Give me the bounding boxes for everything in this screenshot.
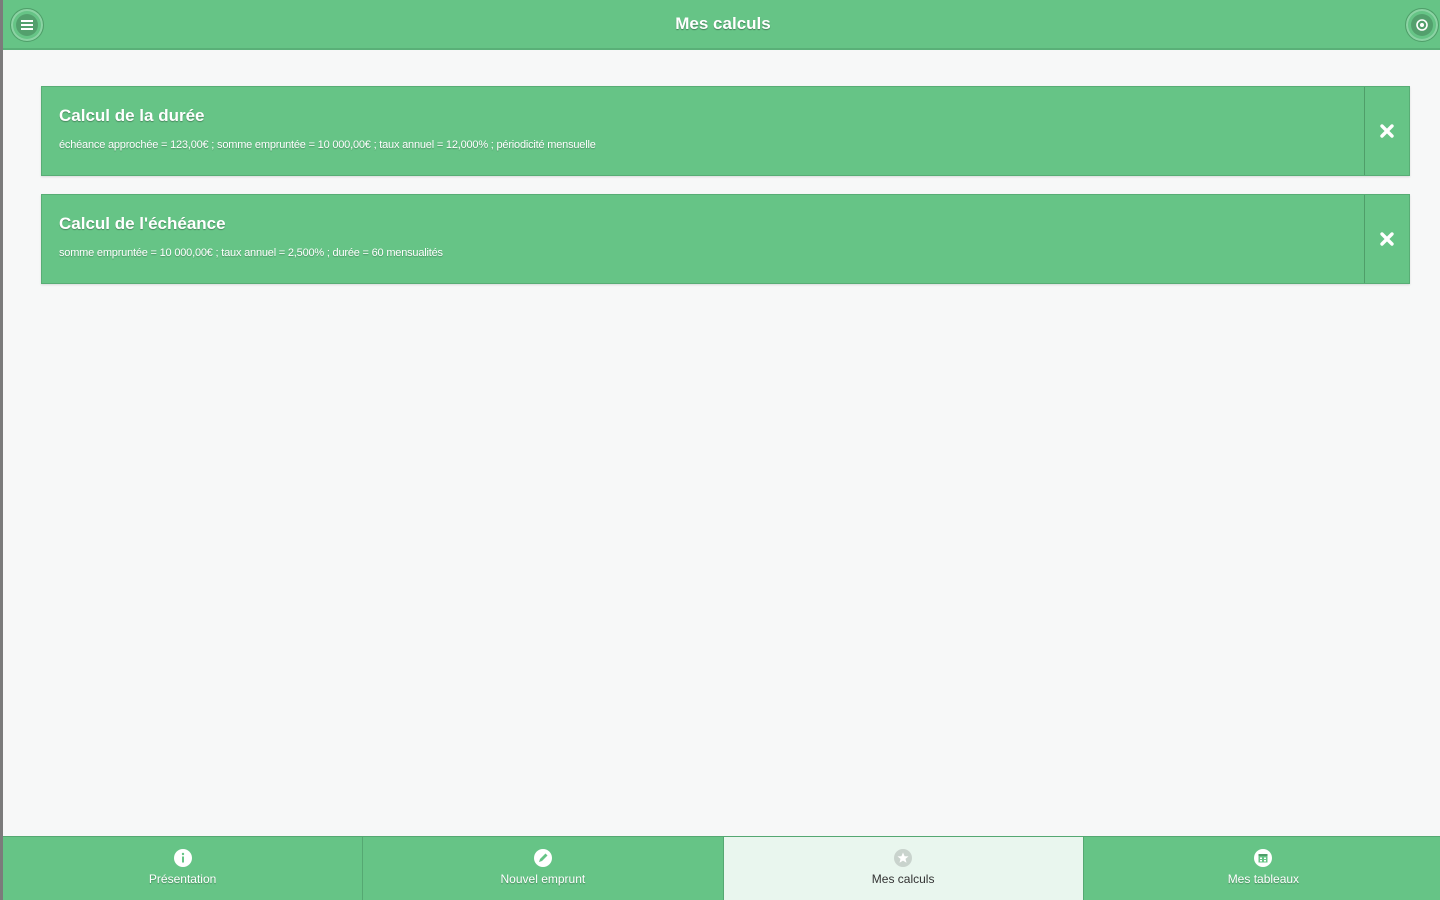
tab-label: Nouvel emprunt <box>500 872 586 886</box>
tab-label: Mes calculs <box>871 872 935 886</box>
bottom-tab-bar: Présentation Nouvel emprunt Mes calculs <box>3 836 1440 900</box>
delete-icon <box>1380 124 1394 138</box>
star-icon <box>892 847 914 869</box>
tab-mes-calculs[interactable]: Mes calculs <box>722 837 1083 900</box>
tab-mes-tableaux[interactable]: Mes tableaux <box>1082 837 1440 900</box>
menu-button[interactable] <box>10 8 44 42</box>
tab-presentation[interactable]: Présentation <box>3 837 362 900</box>
calculs-list: Calcul de la durée échéance approchée = … <box>41 86 1410 302</box>
delete-calcul-button[interactable] <box>1364 87 1409 175</box>
calcul-title: Calcul de l'échéance <box>59 214 226 233</box>
calcul-description: somme empruntée = 10 000,00€ ; taux annu… <box>59 247 443 259</box>
tab-label: Mes tableaux <box>1227 872 1300 886</box>
delete-icon <box>1380 232 1394 246</box>
tab-nouvel-emprunt[interactable]: Nouvel emprunt <box>362 837 722 900</box>
calendar-icon <box>1252 847 1274 869</box>
tab-label: Présentation <box>148 872 217 886</box>
page-title: Mes calculs <box>675 14 771 33</box>
menu-icon <box>16 14 38 36</box>
calcul-item-body[interactable]: Calcul de l'échéance somme empruntée = 1… <box>42 195 1364 283</box>
calcul-item-body[interactable]: Calcul de la durée échéance approchée = … <box>42 87 1364 175</box>
app-frame: Mes calculs Calcul de la durée échéance … <box>0 0 1440 900</box>
header-right-button[interactable] <box>1405 8 1439 42</box>
delete-calcul-button[interactable] <box>1364 195 1409 283</box>
calcul-item: Calcul de la durée échéance approchée = … <box>41 86 1410 176</box>
calcul-title: Calcul de la durée <box>59 106 205 125</box>
info-icon <box>172 847 194 869</box>
calcul-description: échéance approchée = 123,00€ ; somme emp… <box>59 139 596 151</box>
calcul-item: Calcul de l'échéance somme empruntée = 1… <box>41 194 1410 284</box>
header-bar: Mes calculs <box>3 0 1440 50</box>
pencil-icon <box>532 847 554 869</box>
circle-dot-icon <box>1411 14 1433 36</box>
